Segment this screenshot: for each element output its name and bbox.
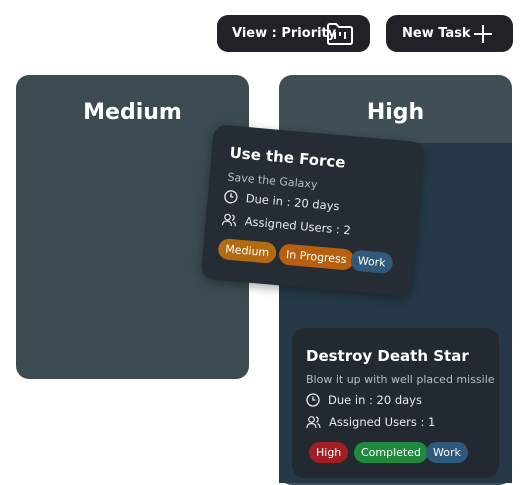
- due-date-text: Due in : 20 days: [245, 191, 341, 214]
- users-icon: [221, 213, 236, 227]
- column-medium-title: Medium: [83, 100, 182, 125]
- tag-status: In Progress: [278, 243, 355, 271]
- task-title: Use the Force: [228, 143, 347, 172]
- clock-icon: [306, 393, 320, 407]
- view-priority-label: View : Priority: [232, 26, 337, 41]
- tag-priority: Medium: [217, 237, 278, 264]
- assigned-users-text: Assigned Users : 1: [329, 415, 436, 429]
- due-date: Due in : 20 days: [223, 189, 340, 213]
- new-task-button[interactable]: New Task: [386, 15, 513, 52]
- users-icon: [306, 416, 321, 429]
- tag-category: Work: [426, 442, 468, 463]
- tag-priority: High: [309, 442, 349, 463]
- tag-category: Work: [349, 249, 394, 275]
- task-card[interactable]: Destroy Death Star Blow it up with well …: [292, 328, 499, 478]
- new-task-label: New Task: [402, 26, 471, 41]
- task-description: Blow it up with well placed missile: [306, 373, 495, 386]
- assigned-users: Assigned Users : 2: [221, 212, 351, 237]
- task-description: Save the Galaxy: [227, 170, 318, 192]
- view-priority-button[interactable]: View : Priority: [217, 15, 370, 52]
- clock-icon: [224, 190, 238, 204]
- due-date: Due in : 20 days: [306, 393, 422, 407]
- assigned-users-text: Assigned Users : 2: [244, 214, 352, 238]
- due-date-text: Due in : 20 days: [328, 393, 422, 407]
- column-high-title: High: [366, 100, 425, 125]
- task-title: Destroy Death Star: [306, 347, 469, 365]
- tag-status: Completed: [354, 442, 428, 463]
- plus-icon: [472, 23, 494, 45]
- task-card-dragging[interactable]: Use the Force Save the Galaxy Due in : 2…: [200, 124, 425, 297]
- folder-icon: [326, 21, 354, 46]
- assigned-users: Assigned Users : 1: [306, 415, 435, 429]
